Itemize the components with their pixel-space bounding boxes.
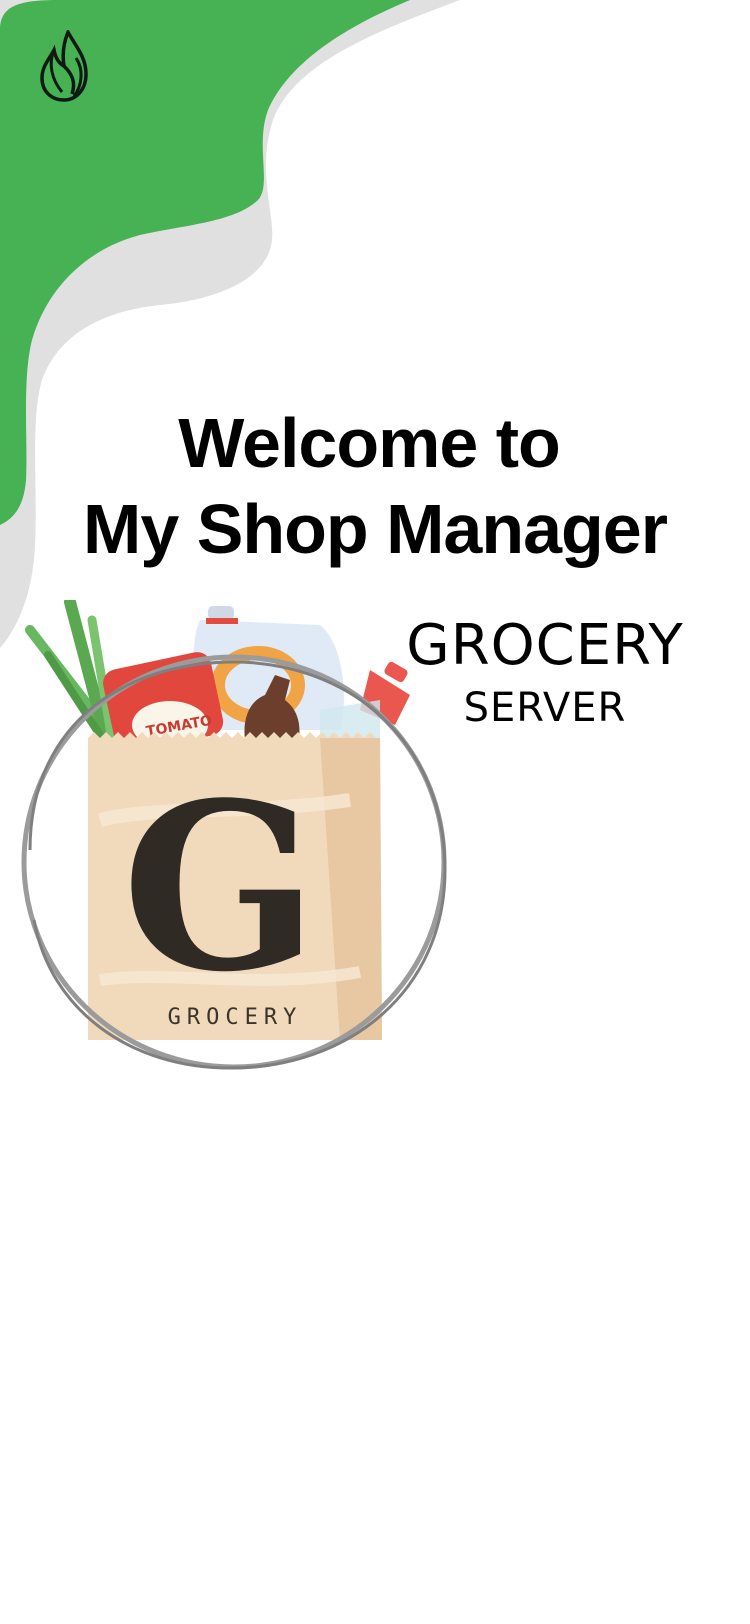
welcome-heading: Welcome to My Shop Manager <box>0 400 750 572</box>
welcome-line-1: Welcome to <box>178 404 561 482</box>
brand-logo-letter: G <box>121 753 319 1023</box>
brand-logo-word: GROCERY <box>167 1005 303 1030</box>
splash-screen: Welcome to My Shop Manager GROCERY SERVE… <box>0 0 750 1624</box>
flame-leaf-icon <box>40 30 88 102</box>
background-wave <box>0 0 460 648</box>
welcome-line-2: My Shop Manager <box>83 490 668 568</box>
